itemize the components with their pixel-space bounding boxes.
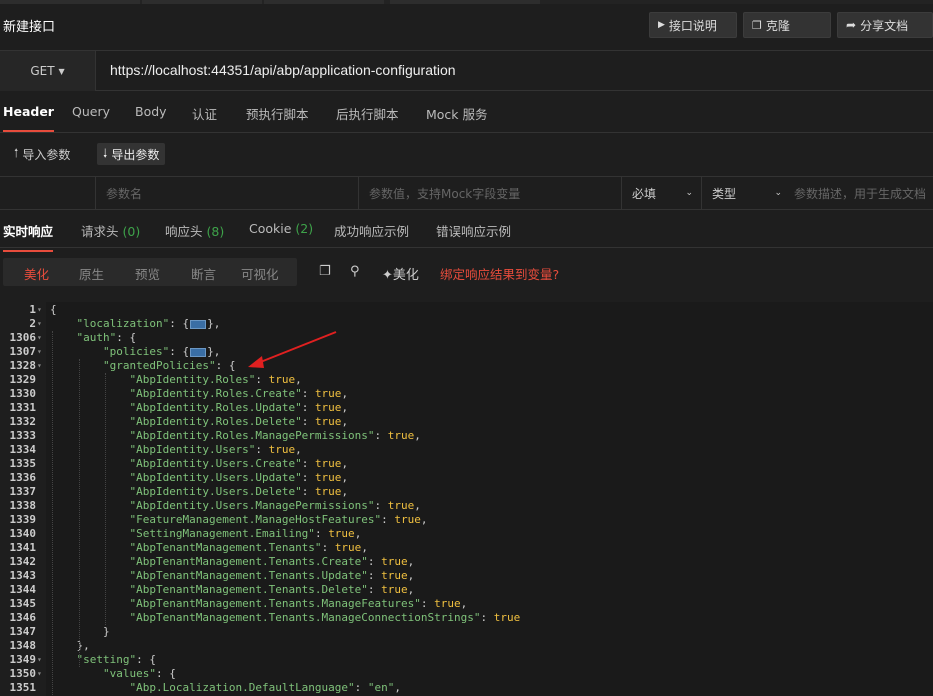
mode-raw[interactable]: 原生 (79, 264, 104, 283)
tab-label: 错误响应示例 (436, 224, 512, 239)
beautify-button[interactable]: ✦美化 (382, 264, 419, 283)
bind-response-link[interactable]: 绑定响应结果到变量? (440, 264, 559, 283)
mode-visualize[interactable]: 可视化 (241, 264, 279, 283)
play-icon: ▶ (658, 20, 665, 30)
arrow-down-icon: 🠓 (103, 145, 108, 160)
copy-icon: ❐ (752, 18, 762, 32)
import-params-button[interactable]: 🠑 导入参数 (8, 143, 76, 165)
tab-label: 成功响应示例 (334, 224, 410, 239)
copy-icon[interactable]: ❐ (319, 264, 331, 279)
export-params-button[interactable]: 🠓 导出参数 (97, 143, 166, 165)
share-doc-button[interactable]: ➦ 分享文档 (837, 12, 933, 38)
tab-request-headers[interactable]: 请求头 (0) (81, 221, 140, 240)
tab-post-script[interactable]: 后执行脚本 (336, 104, 399, 123)
mode-assert[interactable]: 断言 (191, 264, 216, 283)
count-badge: (8) (206, 224, 225, 239)
red-arrow-annotation (248, 331, 337, 368)
import-params-label: 导入参数 (22, 147, 71, 162)
tab-label: Cookie (249, 221, 292, 236)
chevron-down-icon: ⌄ (685, 188, 693, 198)
tab-error-example[interactable]: 错误响应示例 (436, 221, 511, 240)
api-doc-label: 接口说明 (668, 18, 717, 33)
count-badge: (0) (122, 224, 141, 239)
param-actions: 🠑 导入参数 🠓 导出参数 (0, 133, 933, 175)
param-row: 参数名 参数值，支持Mock字段变量 必填 ⌄ 类型 ⌄ 参数描述，用于生成文档 (0, 176, 933, 210)
param-value-input[interactable]: 参数值，支持Mock字段变量 (359, 177, 622, 209)
type-label: 类型 (712, 186, 737, 201)
tab-cookie[interactable]: Cookie (2) (249, 221, 313, 236)
tab-label: 实时响应 (3, 224, 54, 239)
type-select[interactable]: 类型 ⌄ (702, 177, 784, 209)
arrow-up-icon: 🠑 (14, 145, 19, 160)
mode-beautify[interactable]: 美化 (24, 264, 49, 283)
clone-label: 克隆 (765, 18, 790, 33)
request-tabs: Header Query Body 认证 预执行脚本 后执行脚本 Mock 服务 (0, 92, 933, 133)
share-icon: ➦ (846, 18, 857, 32)
view-toolbar: 美化 原生 预览 断言 可视化 ❐ ⚲ ✦美化 绑定响应结果到变量? (0, 249, 933, 297)
tab-query[interactable]: Query (72, 104, 110, 119)
tab-pre-script[interactable]: 预执行脚本 (246, 104, 309, 123)
url-input[interactable]: https://localhost:44351/api/abp/applicat… (110, 62, 456, 78)
required-label: 必填 (632, 186, 657, 201)
tab-response-headers[interactable]: 响应头 (8) (165, 221, 224, 240)
clone-button[interactable]: ❐ 克隆 (743, 12, 831, 38)
tab-realtime-response[interactable]: 实时响应 (3, 221, 54, 252)
view-mode-switch: 美化 原生 预览 断言 可视化 (3, 258, 297, 286)
param-name-input[interactable]: 参数名 (96, 177, 359, 209)
required-select[interactable]: 必填 ⌄ (622, 177, 702, 209)
method-select[interactable]: GET ▼ (0, 51, 96, 91)
magic-wand-icon: ✦ (382, 268, 393, 283)
response-editor[interactable]: 1 ▾{2 ▾ "localization": {}, 1306 ▾ "auth": {13… (0, 302, 933, 696)
page-title: 新建接口 (3, 20, 56, 35)
response-tabs: 实时响应 请求头 (0) 响应头 (8) Cookie (2) 成功响应示例 错… (0, 210, 933, 252)
tab-auth[interactable]: 认证 (192, 104, 217, 123)
url-bar: GET ▼ https://localhost:44351/api/abp/ap… (0, 51, 933, 91)
tab-header[interactable]: Header (3, 104, 54, 132)
mode-preview[interactable]: 预览 (135, 264, 160, 283)
beautify-label: 美化 (392, 268, 419, 283)
tab-label: 响应头 (165, 224, 203, 239)
title-bar: 新建接口 ▶ 接口说明 ❐ 克隆 ➦ 分享文档 (0, 4, 933, 51)
search-icon[interactable]: ⚲ (350, 264, 360, 279)
share-doc-label: 分享文档 (860, 18, 909, 33)
api-doc-button[interactable]: ▶ 接口说明 (649, 12, 737, 38)
tab-label: 请求头 (81, 224, 119, 239)
row-handle (0, 177, 96, 209)
tab-success-example[interactable]: 成功响应示例 (334, 221, 409, 240)
param-desc-input[interactable]: 参数描述，用于生成文档 (784, 177, 933, 209)
method-label: GET (30, 64, 55, 78)
tab-mock[interactable]: Mock 服务 (426, 104, 488, 123)
count-badge: (2) (295, 221, 314, 236)
export-params-label: 导出参数 (111, 147, 160, 162)
caret-down-icon: ▼ (58, 66, 65, 76)
chevron-down-icon: ⌄ (774, 188, 782, 198)
tab-body[interactable]: Body (135, 104, 167, 119)
